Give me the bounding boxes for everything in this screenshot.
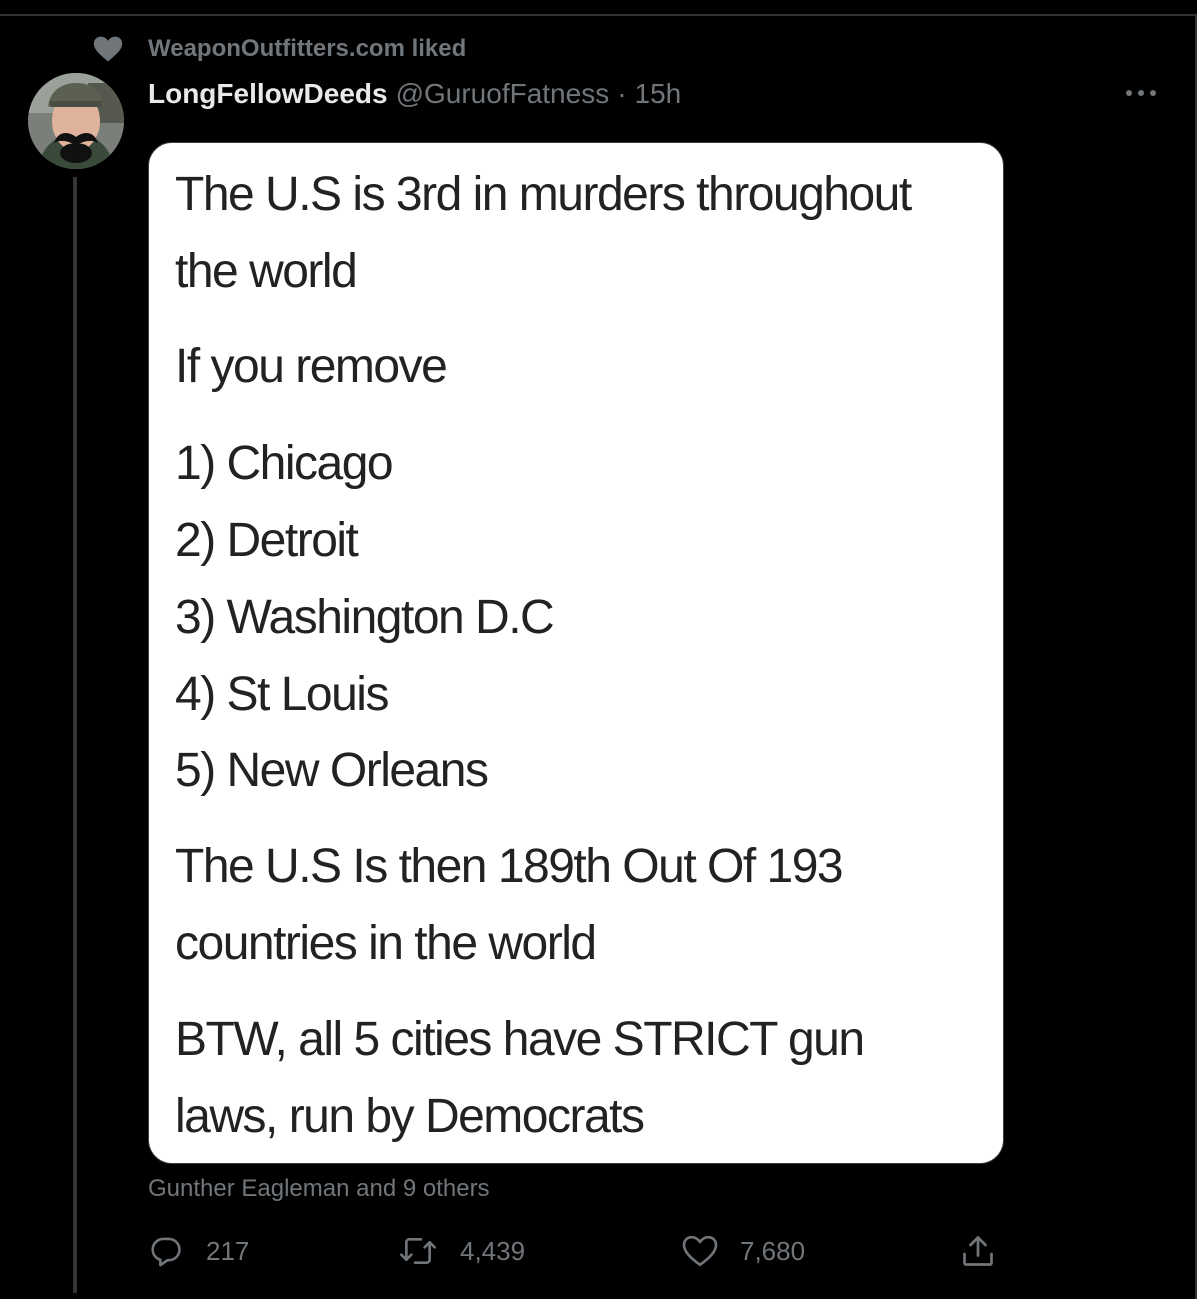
tweet-media-image[interactable]: The U.S is 3rd in murders throughout the… bbox=[148, 142, 1004, 1164]
like-count: 7,680 bbox=[740, 1235, 806, 1266]
reply-button[interactable]: 217 bbox=[148, 1226, 249, 1276]
meme-list-item: 1) Chicago bbox=[175, 437, 394, 490]
display-name[interactable]: LongFellowDeeds bbox=[148, 78, 388, 110]
social-context[interactable]: WeaponOutfitters.com liked bbox=[92, 34, 466, 64]
reply-count: 217 bbox=[206, 1235, 250, 1266]
tweet-header: LongFellowDeeds @GuruofFatness · 15h bbox=[148, 76, 681, 112]
share-button[interactable] bbox=[960, 1226, 996, 1276]
user-handle[interactable]: @GuruofFatness bbox=[396, 78, 610, 110]
reply-icon bbox=[148, 1234, 184, 1268]
meme-line: The U.S is 3rd in murders throughout bbox=[175, 168, 912, 221]
social-context-text[interactable]: WeaponOutfitters.com liked bbox=[148, 35, 466, 63]
heart-icon bbox=[92, 35, 124, 63]
tagged-users[interactable]: Gunther Eagleman and 9 others bbox=[148, 1175, 490, 1203]
meme-list-item: 5) New Orleans bbox=[175, 744, 489, 797]
like-button[interactable]: 7,680 bbox=[682, 1226, 805, 1276]
meme-list-item: 4) St Louis bbox=[175, 668, 389, 721]
meme-line: The U.S Is then 189th Out Of 193 bbox=[175, 840, 844, 893]
top-divider bbox=[0, 14, 1197, 16]
thread-line bbox=[73, 177, 77, 1293]
tweet-actions: 217 4,439 7,680 bbox=[148, 1226, 1008, 1276]
share-icon bbox=[960, 1233, 996, 1269]
avatar[interactable] bbox=[28, 73, 124, 169]
meme-list-item: 2) Detroit bbox=[175, 514, 359, 567]
timestamp[interactable]: 15h bbox=[635, 78, 682, 110]
meme-line: BTW, all 5 cities have STRICT gun bbox=[175, 1013, 865, 1066]
meme-line: countries in the world bbox=[175, 917, 597, 970]
retweet-count: 4,439 bbox=[460, 1235, 526, 1266]
meme-line: If you remove bbox=[175, 340, 448, 393]
retweet-icon bbox=[398, 1235, 438, 1267]
meme-line: the world bbox=[175, 245, 358, 298]
more-horizontal-icon[interactable] bbox=[1120, 80, 1162, 106]
retweet-button[interactable]: 4,439 bbox=[398, 1226, 525, 1276]
like-icon bbox=[682, 1235, 718, 1267]
meme-list-item: 3) Washington D.C bbox=[175, 591, 555, 644]
meme-line: laws, run by Democrats bbox=[175, 1090, 645, 1143]
separator: · bbox=[617, 78, 627, 109]
